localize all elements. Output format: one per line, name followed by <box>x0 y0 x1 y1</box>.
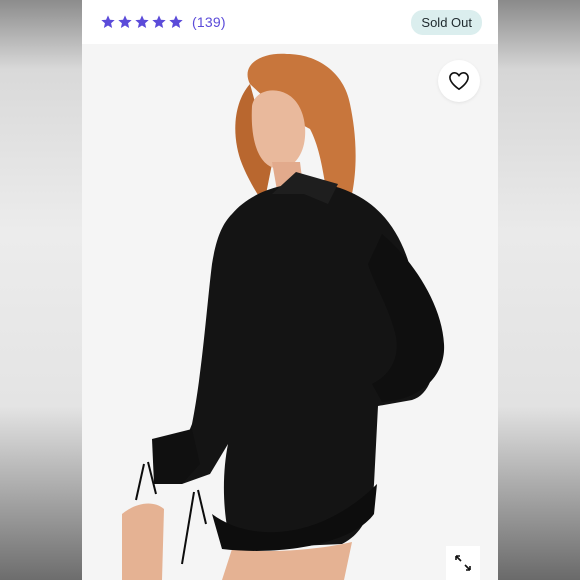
background-blur-left <box>0 0 82 580</box>
model-illustration <box>122 53 445 580</box>
expand-icon <box>455 555 471 571</box>
status-badge: Sold Out <box>411 9 482 35</box>
favorite-button[interactable] <box>438 60 480 102</box>
star-icon <box>135 15 149 28</box>
product-card: (139) Sold Out <box>82 0 498 580</box>
star-rating[interactable] <box>100 14 184 30</box>
product-photo[interactable] <box>82 44 498 580</box>
star-icon <box>101 15 115 28</box>
expand-image-button[interactable] <box>446 546 480 580</box>
review-count-link[interactable]: (139) <box>192 14 226 30</box>
background-blur-right <box>498 0 580 580</box>
rating-bar: (139) Sold Out <box>82 0 498 44</box>
star-icon <box>118 15 132 28</box>
star-icon <box>152 15 166 28</box>
star-icon <box>169 15 183 28</box>
heart-icon <box>449 71 469 91</box>
